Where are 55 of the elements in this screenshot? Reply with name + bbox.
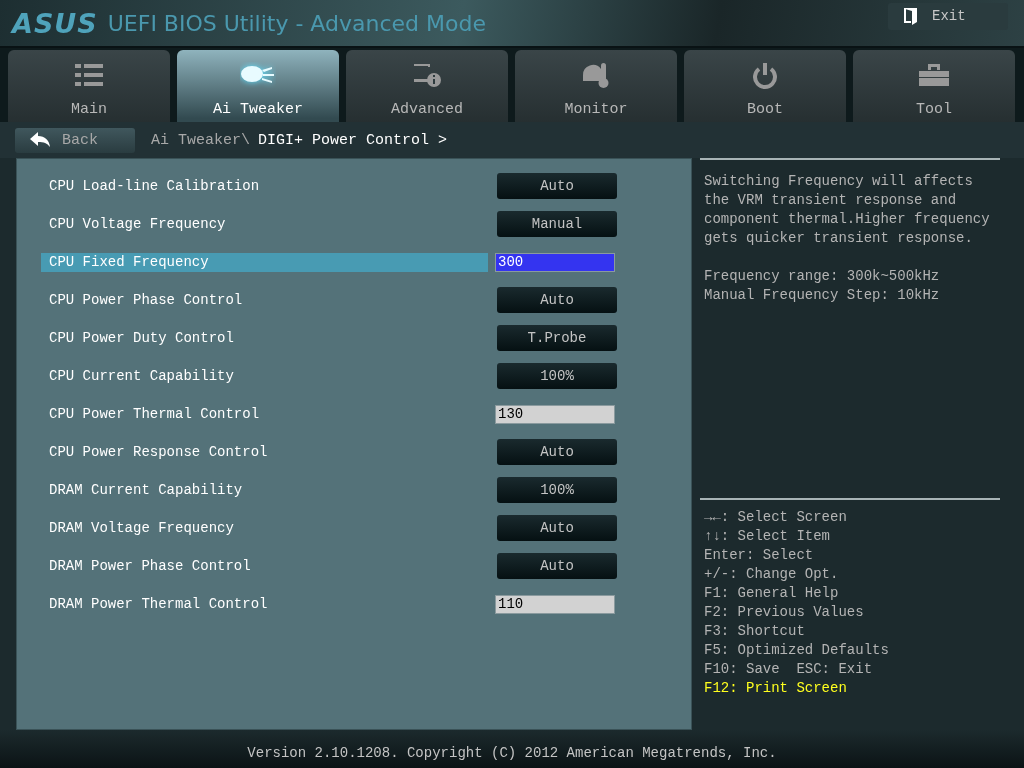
shortcut-hint: F1: General Help xyxy=(704,584,840,603)
help-text: Switching Frequency will affects the VRM transient response and component thermal.Higher frequency gets quicker transient response. xyxy=(704,172,991,248)
number-field[interactable]: 300 xyxy=(495,252,615,272)
shortcut-hint: F3: Shortcut xyxy=(704,622,806,641)
number-field[interactable]: 130 xyxy=(495,404,615,424)
exit-button[interactable]: Exit xyxy=(888,2,1008,30)
option-dropdown[interactable]: Auto xyxy=(497,515,617,541)
nav-tab[interactable]: Monitor xyxy=(515,50,677,122)
setting-label[interactable]: DRAM Voltage Frequency xyxy=(41,518,488,538)
option-dropdown[interactable]: 100% xyxy=(497,477,617,503)
nav-tab[interactable]: Advanced xyxy=(346,50,508,122)
nav-tab[interactable]: Main xyxy=(8,50,170,122)
shortcut-hint: F5: Optimized Defaults xyxy=(704,641,890,660)
gauge-thermometer-icon xyxy=(581,61,611,89)
shortcut-hint: Enter: Select xyxy=(704,546,815,565)
setting-label[interactable]: CPU Power Response Control xyxy=(41,442,488,462)
setting-label[interactable]: DRAM Power Thermal Control xyxy=(41,594,488,614)
number-field[interactable]: 110 xyxy=(495,594,615,614)
breadcrumb-parent[interactable]: Ai Tweaker\ xyxy=(151,131,251,149)
option-dropdown[interactable]: Auto xyxy=(497,173,617,199)
setting-label[interactable]: DRAM Current Capability xyxy=(41,480,488,500)
shortcut-hint: F2: Previous Values xyxy=(704,603,865,622)
setting-label[interactable]: CPU Current Capability xyxy=(41,366,488,386)
setting-label[interactable]: CPU Power Thermal Control xyxy=(41,404,488,424)
toolbox-icon xyxy=(919,64,949,86)
option-dropdown[interactable]: Auto xyxy=(497,287,617,313)
asus-logo: ASUS xyxy=(12,7,98,39)
monitor-info-icon xyxy=(412,62,442,88)
setting-label[interactable]: CPU Power Duty Control xyxy=(41,328,488,348)
back-arrow-icon xyxy=(30,132,50,148)
option-dropdown[interactable]: 100% xyxy=(497,363,617,389)
option-dropdown[interactable]: Manual xyxy=(497,211,617,237)
help-text: Frequency range: 300k~500kHz Manual Frequency Step: 10kHz xyxy=(704,267,941,305)
setting-label[interactable]: DRAM Power Phase Control xyxy=(41,556,488,576)
setting-label[interactable]: CPU Voltage Frequency xyxy=(41,214,488,234)
back-button[interactable]: Back xyxy=(15,127,135,153)
shortcut-hint: ↑↓: Select Item xyxy=(704,527,832,546)
shortcut-hint: F10: Save ESC: Exit xyxy=(704,660,874,679)
version-text: Version 2.10.1208. Copyright (C) 2012 American Megatrends, Inc. xyxy=(247,745,777,761)
setting-label[interactable]: CPU Load-line Calibration xyxy=(41,176,488,196)
nav-tab[interactable]: Ai Tweaker xyxy=(177,50,339,122)
shortcut-hint: →←: Select Screen xyxy=(704,508,848,527)
window-title: UEFI BIOS Utility - Advanced Mode xyxy=(107,10,487,36)
option-dropdown[interactable]: Auto xyxy=(497,553,617,579)
setting-label[interactable]: CPU Power Phase Control xyxy=(41,290,488,310)
power-icon xyxy=(752,61,778,89)
shortcut-hint: +/-: Change Opt. xyxy=(704,565,840,584)
nav-tab[interactable]: Tool xyxy=(853,50,1015,122)
option-dropdown[interactable]: Auto xyxy=(497,439,617,465)
door-icon xyxy=(904,7,918,25)
shortcut-hint: F12: Print Screen xyxy=(704,679,848,698)
list-icon xyxy=(75,64,103,86)
breadcrumb-current: DIGI+ Power Control > xyxy=(258,131,448,149)
option-dropdown[interactable]: T.Probe xyxy=(497,325,617,351)
nav-tab[interactable]: Boot xyxy=(684,50,846,122)
